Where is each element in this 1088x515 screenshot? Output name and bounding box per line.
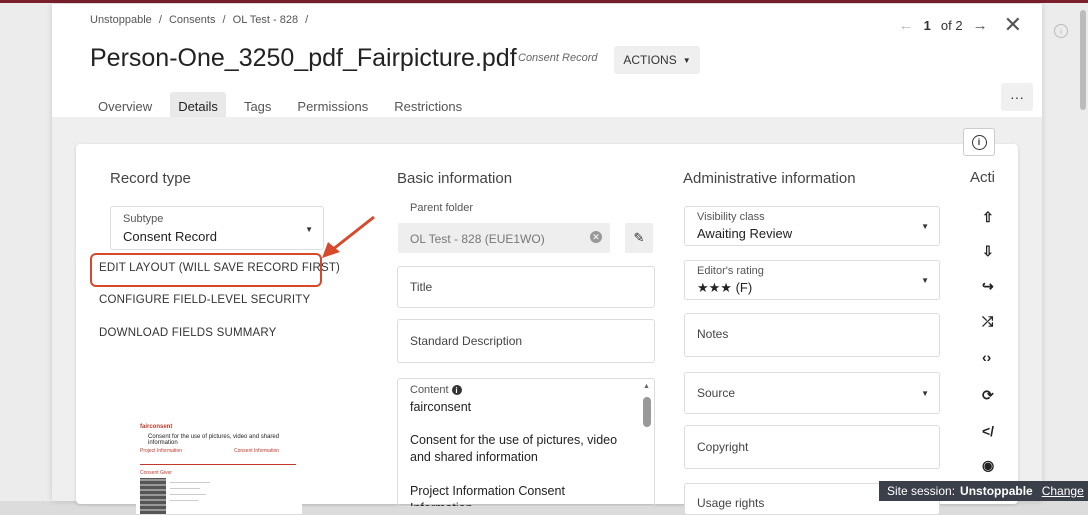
- breadcrumb-item-folder[interactable]: OL Test - 828: [233, 14, 298, 26]
- breadcrumb-separator: /: [222, 14, 226, 26]
- visibility-class-label: Visibility class: [697, 211, 765, 223]
- editors-rating-label: Editor's rating: [697, 265, 764, 277]
- edit-parent-button[interactable]: ✎: [625, 223, 653, 253]
- thumbnail-heading: Consent for the use of pictures, video a…: [148, 434, 280, 446]
- chevron-down-icon: ▼: [682, 55, 691, 65]
- embed-code-icon[interactable]: </: [982, 423, 994, 439]
- page-scrollbar[interactable]: [1080, 10, 1086, 110]
- copyright-field[interactable]: Copyright: [684, 425, 940, 469]
- next-record-icon[interactable]: →: [973, 17, 988, 34]
- thumbnail-project: Project Information: [140, 448, 182, 454]
- change-session-link[interactable]: Change: [1042, 484, 1084, 498]
- editors-rating-value: ★★★ (F): [697, 280, 753, 295]
- content-label-text: Content: [410, 384, 449, 396]
- breadcrumb-item-consents[interactable]: Consents: [169, 14, 215, 26]
- content-line: Consent for the use of pictures, video a…: [410, 433, 618, 464]
- admin-info-heading: Administrative information: [683, 170, 856, 187]
- parent-folder-field[interactable]: OL Test - 828 (EUE1WO) ✕: [398, 223, 610, 253]
- target-icon[interactable]: ◉: [982, 457, 994, 474]
- close-icon[interactable]: ✕: [1004, 14, 1022, 36]
- upload-icon[interactable]: ⇧: [982, 209, 994, 226]
- title-field[interactable]: Title: [397, 266, 655, 308]
- scroll-thumb[interactable]: [643, 397, 651, 427]
- thumbnail-brand: fairconsent: [140, 424, 173, 430]
- site-session-bar: Site session: Unstoppable Change: [879, 481, 1088, 501]
- usage-rights-label: Usage rights: [697, 496, 765, 510]
- share-icon[interactable]: ↪: [982, 278, 994, 295]
- chevron-down-icon: ▼: [305, 225, 313, 234]
- site-session-value: Unstoppable: [960, 484, 1033, 498]
- previous-record-icon[interactable]: ←: [899, 17, 914, 34]
- thumbnail-photo: [140, 478, 166, 514]
- subtype-label: Subtype: [123, 213, 164, 225]
- pencil-icon: ✎: [633, 230, 645, 245]
- download-summary-link[interactable]: DOWNLOAD FIELDS SUMMARY: [99, 327, 277, 339]
- editors-rating-select[interactable]: Editor's rating ★★★ (F) ▼: [684, 260, 940, 300]
- refresh-icon[interactable]: ⟳: [982, 387, 994, 404]
- standard-description-label: Standard Description: [410, 334, 523, 348]
- download-icon[interactable]: ⇩: [982, 243, 994, 260]
- info-icon: i: [971, 134, 987, 150]
- basic-info-heading: Basic information: [397, 170, 513, 187]
- content-field[interactable]: Content i fairconsent Consent for the us…: [397, 378, 655, 507]
- content-line: Project Information Consent Information: [410, 484, 565, 506]
- more-icon: ···: [1010, 89, 1024, 105]
- record-type-subtitle: Consent Record: [518, 52, 598, 64]
- help-icon[interactable]: i: [1054, 24, 1068, 38]
- content-line: fairconsent: [410, 400, 472, 414]
- parent-folder-label: Parent folder: [410, 202, 473, 214]
- chevron-down-icon: ▼: [921, 389, 929, 398]
- record-type-heading: Record type: [110, 170, 191, 187]
- source-select[interactable]: Source ▼: [684, 372, 940, 414]
- diff-icon[interactable]: ‹›: [982, 349, 991, 365]
- visibility-class-select[interactable]: Visibility class Awaiting Review ▼: [684, 206, 940, 246]
- pager-total: of 2: [940, 17, 963, 33]
- breadcrumb-separator: /: [305, 14, 309, 26]
- shuffle-icon[interactable]: ⤮: [982, 313, 993, 330]
- more-options-button[interactable]: ···: [1001, 83, 1033, 111]
- parent-folder-value: OL Test - 828 (EUE1WO): [410, 232, 545, 246]
- copyright-label: Copyright: [697, 440, 749, 454]
- site-session-label: Site session:: [887, 484, 956, 498]
- info-button[interactable]: i: [963, 128, 995, 156]
- content-label: Content i: [410, 384, 462, 396]
- thumbnail-line: [170, 482, 210, 483]
- visibility-class-value: Awaiting Review: [697, 226, 793, 241]
- page-title: Person-One_3250_pdf_Fairpicture.pdf: [90, 44, 517, 72]
- subtype-select[interactable]: Subtype Consent Record ▼: [110, 206, 324, 250]
- breadcrumb: Unstoppable / Consents / OL Test - 828 /: [90, 14, 312, 26]
- actions-column-heading: Acti: [970, 169, 996, 186]
- pointer-arrow-icon: [322, 215, 375, 258]
- actions-label: ACTIONS: [623, 53, 677, 67]
- notes-label: Notes: [697, 327, 729, 341]
- thumbnail-consent: Consent Information: [234, 448, 280, 454]
- source-label: Source: [697, 386, 736, 400]
- record-pager: ← 1 of 2 → ✕: [899, 14, 1022, 36]
- breadcrumb-separator: /: [158, 14, 162, 26]
- pager-current: 1: [923, 17, 931, 33]
- actions-button[interactable]: ACTIONS ▼: [614, 46, 700, 74]
- thumbnail-divider: [140, 464, 296, 465]
- chevron-down-icon: ▼: [921, 222, 929, 231]
- thumbnail-line: [170, 488, 200, 489]
- standard-description-field[interactable]: Standard Description: [397, 319, 655, 363]
- notes-field[interactable]: Notes: [684, 313, 940, 357]
- content-scrollbar[interactable]: ▲: [643, 383, 651, 503]
- clear-icon[interactable]: ✕: [590, 231, 602, 243]
- thumbnail-giver: Consent Giver: [140, 470, 172, 476]
- title-label: Title: [410, 280, 433, 294]
- breadcrumb-item-unstoppable[interactable]: Unstoppable: [90, 14, 152, 26]
- chevron-down-icon: ▼: [921, 276, 929, 285]
- thumbnail-line: [170, 494, 206, 495]
- configure-security-link[interactable]: CONFIGURE FIELD-LEVEL SECURITY: [99, 294, 310, 306]
- edit-layout-link[interactable]: EDIT LAYOUT (WILL SAVE RECORD FIRST): [99, 262, 340, 274]
- record-modal: Unstoppable / Consents / OL Test - 828 /…: [52, 4, 1042, 515]
- info-icon: i: [451, 385, 462, 395]
- scroll-up-icon[interactable]: ▲: [643, 383, 650, 390]
- subtype-value: Consent Record: [123, 229, 217, 244]
